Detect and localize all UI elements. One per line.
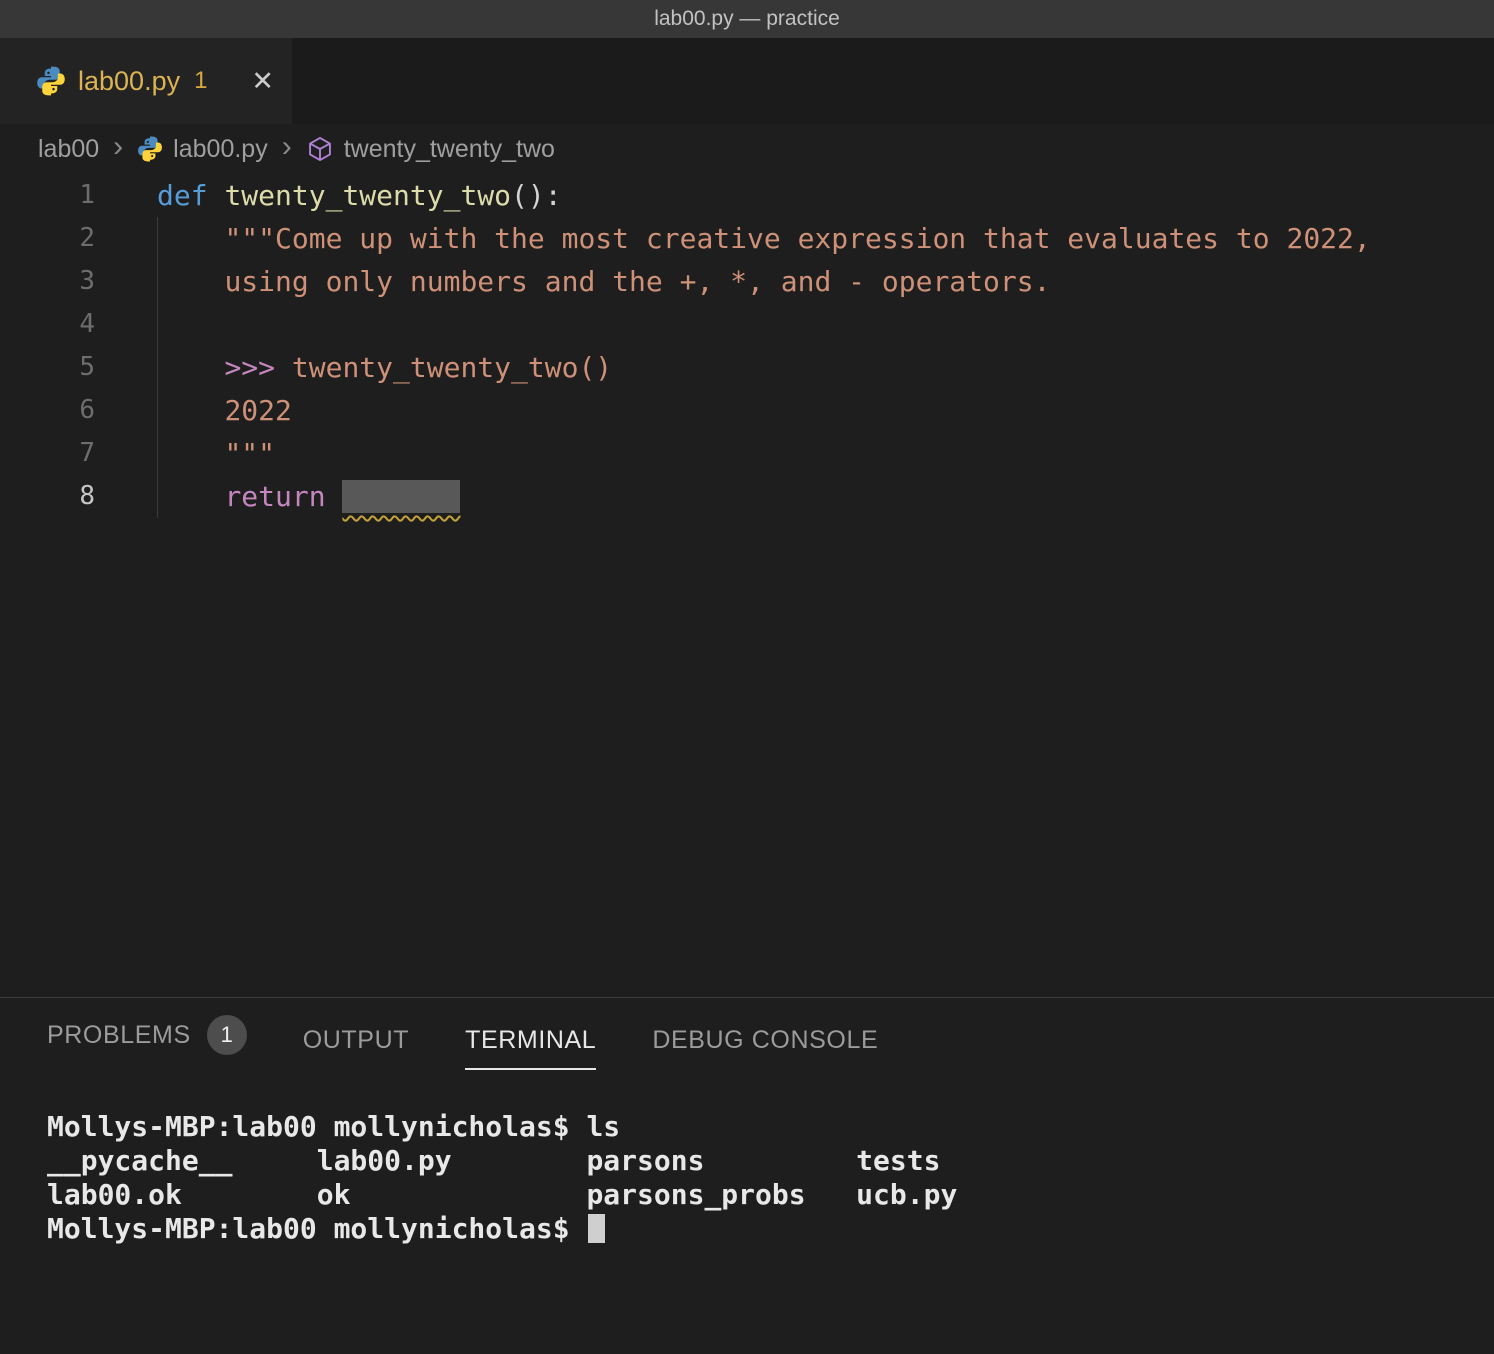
terminal-prompt: Mollys-MBP:lab00 mollynicholas$ [47,1212,586,1245]
code-line-content: """ [130,432,275,475]
breadcrumb: lab00 › lab00.py › twenty_twenty_two [0,124,1494,174]
code-token: twenty_twenty_two() [292,351,612,384]
breadcrumb-symbol-label: twenty_twenty_two [344,135,555,164]
bottom-panel: PROBLEMS 1 OUTPUT TERMINAL DEBUG CONSOLE Mol… [0,997,1494,1354]
chevron-right-icon: › [282,132,292,162]
code-token [157,351,224,384]
line-number: 6 [0,389,130,432]
code-line[interactable]: 2 """Come up with the most creative expr… [0,217,1494,260]
python-icon [36,66,66,96]
code-token [275,351,292,384]
code-token: twenty_twenty_two [224,179,511,212]
line-number: 2 [0,217,130,260]
tab-bar: lab00.py 1 ✕ [0,38,1494,124]
code-line-content [130,303,157,346]
panel-tab-label: TERMINAL [465,1026,596,1055]
code-token: return [224,480,325,513]
code-token [208,179,225,212]
code-line-content: using only numbers and the +, *, and - o… [130,260,1050,303]
tab-filename: lab00.py [78,66,180,97]
code-line-content: def twenty_twenty_two(): [130,174,562,217]
code-token: >>> [224,351,275,384]
tab-lab00-py[interactable]: lab00.py 1 ✕ [0,38,292,124]
window-title-bar: lab00.py — practice [0,0,1494,38]
code-token [157,265,224,298]
code-editor[interactable]: 1def twenty_twenty_two():2 """Come up wi… [0,174,1494,997]
panel-tab-label: PROBLEMS [47,1021,191,1050]
code-token: using only numbers and the +, *, and - o… [224,265,1050,298]
line-number: 5 [0,346,130,389]
code-line-content: 2022 [130,389,292,432]
panel-tab-output[interactable]: OUTPUT [303,1026,409,1070]
breadcrumb-item-folder[interactable]: lab00 [38,135,99,164]
line-number: 1 [0,174,130,217]
code-token [326,480,343,513]
code-token: """Come up with the most creative expres… [224,222,1370,255]
close-icon[interactable]: ✕ [251,66,274,97]
line-number: 8 [0,475,130,518]
line-number: 7 [0,432,130,475]
window-title: lab00.py — practice [654,7,840,31]
python-icon [137,136,163,162]
code-line[interactable]: 7 """ [0,432,1494,475]
code-lines: 1def twenty_twenty_two():2 """Come up wi… [0,174,1494,518]
answer-blank[interactable] [342,480,460,513]
panel-tab-label: DEBUG CONSOLE [652,1026,878,1055]
code-token: 2022 [224,394,291,427]
terminal-prompt-line: Mollys-MBP:lab00 mollynicholas$ [47,1212,1494,1246]
code-token: def [157,179,208,212]
code-line[interactable]: 3 using only numbers and the +, *, and -… [0,260,1494,303]
code-token: (): [511,179,562,212]
code-line[interactable]: 8 return [0,475,1494,518]
code-line[interactable]: 4 [0,303,1494,346]
panel-tab-debug-console[interactable]: DEBUG CONSOLE [652,1026,878,1070]
terminal-line: Mollys-MBP:lab00 mollynicholas$ ls [47,1110,1494,1144]
code-line-content: """Come up with the most creative expres… [130,217,1371,260]
panel-tab-label: OUTPUT [303,1026,409,1055]
breadcrumb-folder-label: lab00 [38,135,99,164]
code-token [157,437,224,470]
terminal-cursor [588,1214,605,1243]
terminal-line: lab00.ok ok parsons_probs ucb.py [47,1178,1494,1212]
code-line[interactable]: 1def twenty_twenty_two(): [0,174,1494,217]
terminal-line: __pycache__ lab00.py parsons tests [47,1144,1494,1178]
line-number: 3 [0,260,130,303]
code-line[interactable]: 5 >>> twenty_twenty_two() [0,346,1494,389]
panel-tab-problems[interactable]: PROBLEMS 1 [47,1015,247,1070]
code-token: """ [224,437,275,470]
code-line-content: return [130,475,460,518]
problems-count-badge: 1 [207,1015,247,1055]
panel-tabs: PROBLEMS 1 OUTPUT TERMINAL DEBUG CONSOLE [0,998,1494,1070]
code-line[interactable]: 6 2022 [0,389,1494,432]
breadcrumb-item-symbol[interactable]: twenty_twenty_two [306,135,555,164]
tab-problems-count: 1 [194,67,207,95]
breadcrumb-item-file[interactable]: lab00.py [137,135,268,164]
code-token [157,222,224,255]
panel-tab-terminal[interactable]: TERMINAL [465,1026,596,1070]
code-line-content: >>> twenty_twenty_two() [130,346,612,389]
code-token [157,480,224,513]
terminal-content[interactable]: Mollys-MBP:lab00 mollynicholas$ ls__pyca… [0,1070,1494,1246]
code-token [157,394,224,427]
chevron-right-icon: › [113,132,123,162]
symbol-cube-icon [306,135,334,163]
line-number: 4 [0,303,130,346]
breadcrumb-file-label: lab00.py [173,135,268,164]
